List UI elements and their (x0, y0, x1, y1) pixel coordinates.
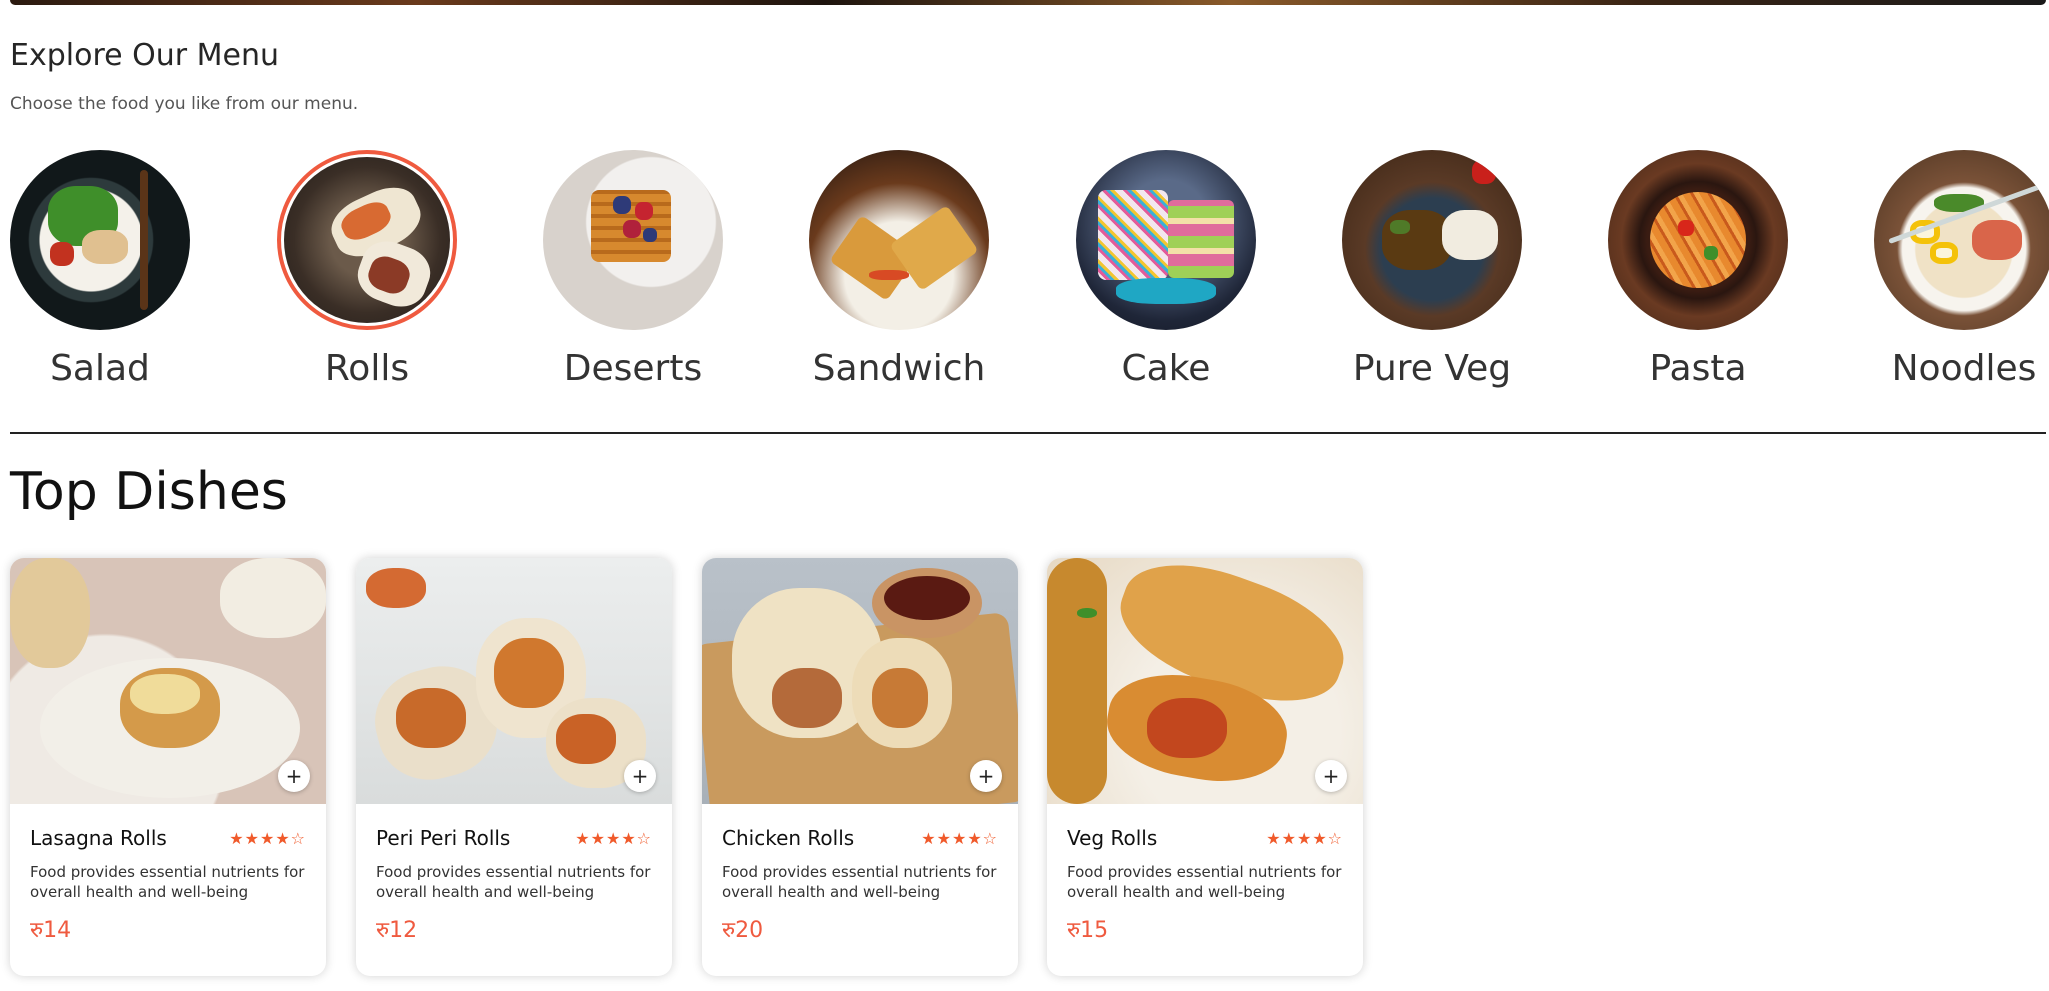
rolls-image (277, 150, 457, 330)
pasta-image (1608, 150, 1788, 330)
dish-description: Food provides essential nutrients for ov… (376, 863, 651, 901)
cake-image (1076, 150, 1256, 330)
dish-image: + (10, 558, 326, 804)
dish-name: Chicken Rolls (722, 826, 855, 850)
dish-image: + (356, 558, 672, 804)
menu-item-cake[interactable]: Cake (1076, 150, 1256, 389)
rating-stars-icon: ★★★★☆ (921, 828, 998, 848)
menu-item-rolls[interactable]: Rolls (277, 150, 457, 389)
veg-curry-image (1342, 150, 1522, 330)
dish-info: Lasagna Rolls ★★★★☆ Food provides essent… (10, 804, 326, 944)
menu-item-label: Cake (1121, 348, 1211, 389)
dish-info: Veg Rolls ★★★★☆ Food provides essential … (1047, 804, 1363, 944)
dish-card[interactable]: + Peri Peri Rolls ★★★★☆ Food provides es… (356, 558, 672, 976)
section-divider (10, 432, 2046, 434)
dish-info: Chicken Rolls ★★★★☆ Food provides essent… (702, 804, 1018, 944)
dish-description: Food provides essential nutrients for ov… (722, 863, 997, 901)
waffle-dessert-image (543, 150, 723, 330)
menu-item-pure-veg[interactable]: Pure Veg (1342, 150, 1522, 389)
dish-price: रु15 (1067, 918, 1109, 943)
noodles-bowl-image (1874, 150, 2049, 330)
dish-info: Peri Peri Rolls ★★★★☆ Food provides esse… (356, 804, 672, 944)
dish-price: रु12 (376, 918, 418, 943)
rating-stars-icon: ★★★★☆ (1266, 828, 1343, 848)
sandwich-image (809, 150, 989, 330)
menu-item-label: Pure Veg (1352, 348, 1512, 389)
dish-price: रु14 (30, 918, 72, 943)
dish-name: Veg Rolls (1067, 826, 1158, 850)
explore-menu-subtitle: Choose the food you like from our menu. (10, 94, 359, 114)
menu-item-label: Pasta (1649, 348, 1747, 389)
add-to-cart-button[interactable]: + (1315, 760, 1347, 792)
menu-item-salad[interactable]: Salad (10, 150, 190, 389)
rating-stars-icon: ★★★★☆ (575, 828, 652, 848)
menu-item-sandwich[interactable]: Sandwich (809, 150, 989, 389)
menu-item-label: Rolls (324, 348, 410, 389)
page: Explore Our Menu Choose the food you lik… (0, 0, 2049, 991)
dish-card[interactable]: + Lasagna Rolls ★★★★☆ Food provides esse… (10, 558, 326, 976)
menu-item-label: Salad (50, 348, 150, 389)
dish-description: Food provides essential nutrients for ov… (1067, 863, 1342, 901)
explore-menu-title: Explore Our Menu (10, 38, 279, 73)
menu-item-label: Sandwich (812, 348, 986, 389)
menu-item-noodles[interactable]: Noodles (1874, 150, 2049, 389)
dish-card[interactable]: + Veg Rolls ★★★★☆ Food provides essentia… (1047, 558, 1363, 976)
dish-name: Peri Peri Rolls (376, 826, 511, 850)
hero-banner-bottom-edge (10, 0, 2046, 5)
salad-bowl-image (10, 150, 190, 330)
dish-image: + (1047, 558, 1363, 804)
menu-item-label: Deserts (563, 348, 703, 389)
add-to-cart-button[interactable]: + (278, 760, 310, 792)
add-to-cart-button[interactable]: + (970, 760, 1002, 792)
dish-image: + (702, 558, 1018, 804)
menu-item-pasta[interactable]: Pasta (1608, 150, 1788, 389)
dish-description: Food provides essential nutrients for ov… (30, 863, 305, 901)
add-to-cart-button[interactable]: + (624, 760, 656, 792)
dish-name: Lasagna Rolls (30, 826, 167, 850)
menu-item-deserts[interactable]: Deserts (543, 150, 723, 389)
menu-item-label: Noodles (1891, 348, 2037, 389)
menu-category-list: Salad Rolls Deserts Sandwich Cake Pure V… (10, 150, 2049, 400)
top-dishes-title: Top Dishes (10, 462, 288, 522)
dish-card[interactable]: + Chicken Rolls ★★★★☆ Food provides esse… (702, 558, 1018, 976)
rating-stars-icon: ★★★★☆ (229, 828, 306, 848)
dish-price: रु20 (722, 918, 764, 943)
